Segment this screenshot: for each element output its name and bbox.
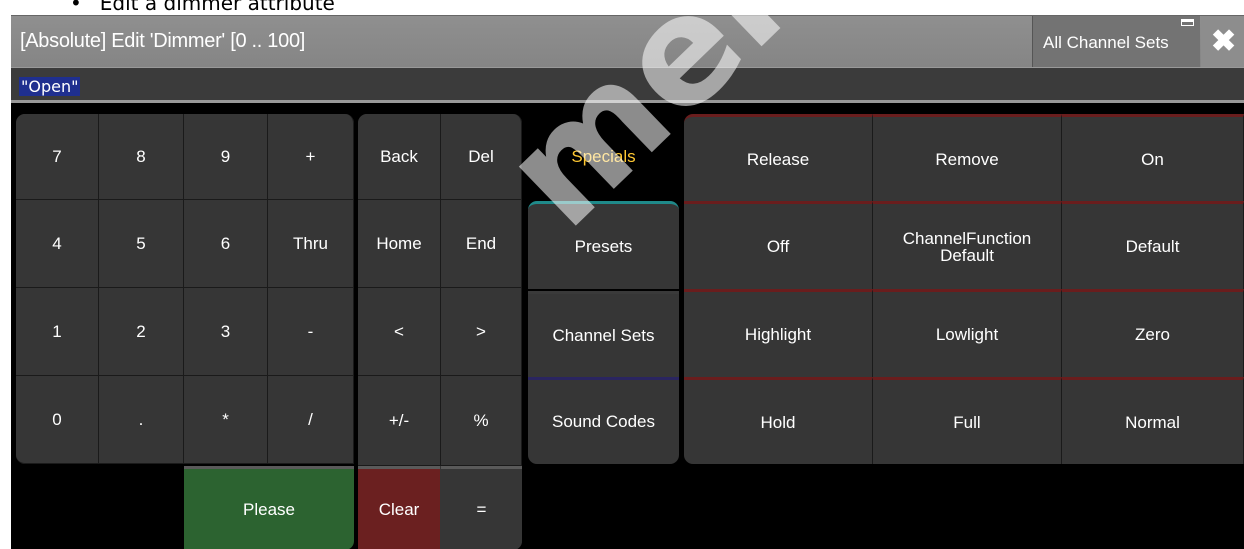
tab-sound-codes[interactable]: Sound Codes: [528, 377, 679, 464]
please-button[interactable]: Please: [184, 466, 354, 549]
close-button[interactable]: ✖: [1201, 16, 1244, 68]
key-1[interactable]: 1: [16, 288, 99, 376]
normal-button[interactable]: Normal: [1062, 377, 1244, 464]
window-title: [Absolute] Edit 'Dimmer' [0 .. 100]: [20, 30, 306, 52]
key-0[interactable]: 0: [16, 376, 99, 464]
default-button[interactable]: Default: [1062, 201, 1244, 289]
all-channel-sets-label: All Channel Sets: [1043, 33, 1169, 52]
window-toggle-icon[interactable]: [1181, 19, 1194, 26]
key-6[interactable]: 6: [184, 200, 268, 288]
hold-button[interactable]: Hold: [684, 377, 873, 464]
title-bar: [Absolute] Edit 'Dimmer' [0 .. 100] All …: [11, 15, 1244, 68]
key-3[interactable]: 3: [184, 288, 268, 376]
key-end[interactable]: End: [441, 200, 522, 288]
key-multiply[interactable]: *: [184, 376, 268, 464]
tab-channel-sets[interactable]: Channel Sets: [528, 291, 679, 377]
doc-bullet: • Edit a dimmer attribute: [70, 0, 335, 15]
key-7[interactable]: 7: [16, 114, 99, 200]
all-channel-sets-button[interactable]: All Channel Sets: [1032, 16, 1200, 68]
on-button[interactable]: On: [1062, 114, 1244, 201]
off-button[interactable]: Off: [684, 201, 873, 289]
remove-button[interactable]: Remove: [873, 114, 1062, 201]
input-bar[interactable]: "Open": [11, 67, 1244, 103]
key-plus-minus[interactable]: +/-: [358, 376, 441, 466]
bullet-glyph: •: [70, 0, 82, 15]
release-button[interactable]: Release: [684, 114, 873, 201]
tab-presets[interactable]: Presets: [528, 201, 679, 289]
tab-specials[interactable]: Specials: [528, 114, 679, 200]
clear-button[interactable]: Clear: [358, 466, 440, 549]
key-8[interactable]: 8: [99, 114, 184, 200]
key-thru[interactable]: Thru: [268, 200, 354, 288]
key-2[interactable]: 2: [99, 288, 184, 376]
close-icon: ✖: [1211, 25, 1237, 58]
edit-dimmer-window: [Absolute] Edit 'Dimmer' [0 .. 100] All …: [11, 0, 1244, 549]
key-minus[interactable]: -: [268, 288, 354, 376]
zero-button[interactable]: Zero: [1062, 289, 1244, 377]
equals-button[interactable]: =: [441, 466, 522, 549]
highlight-button[interactable]: Highlight: [684, 289, 873, 377]
doc-bullet-text: Edit a dimmer attribute: [99, 0, 335, 15]
key-divide[interactable]: /: [268, 376, 354, 464]
key-percent[interactable]: %: [441, 376, 522, 466]
value-input[interactable]: "Open": [19, 77, 81, 96]
key-home[interactable]: Home: [358, 200, 441, 288]
key-greater-than[interactable]: >: [441, 288, 522, 376]
key-back[interactable]: Back: [358, 114, 441, 200]
key-del[interactable]: Del: [441, 114, 522, 200]
key-dot[interactable]: .: [99, 376, 184, 464]
full-button[interactable]: Full: [873, 377, 1062, 464]
channel-function-default-button[interactable]: ChannelFunction Default: [873, 201, 1062, 289]
key-5[interactable]: 5: [99, 200, 184, 288]
lowlight-button[interactable]: Lowlight: [873, 289, 1062, 377]
key-4[interactable]: 4: [16, 200, 99, 288]
key-plus[interactable]: +: [268, 114, 354, 200]
key-less-than[interactable]: <: [358, 288, 441, 376]
key-9[interactable]: 9: [184, 114, 268, 200]
